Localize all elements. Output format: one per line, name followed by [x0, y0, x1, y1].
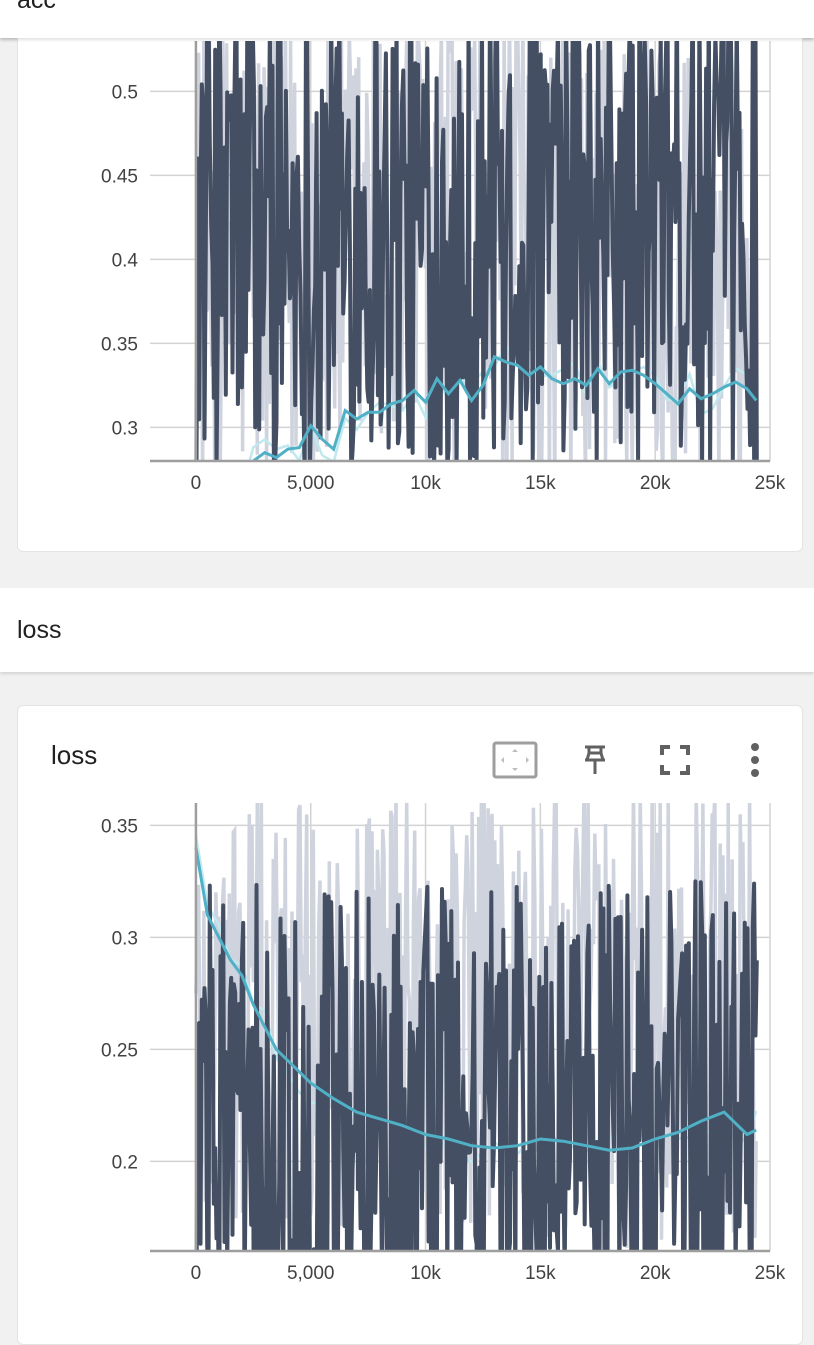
x-tick-label: 25k — [755, 1263, 786, 1284]
x-tick-label: 15k — [525, 1263, 556, 1284]
loss-section-title: loss — [17, 616, 62, 644]
y-tick-label: 0.5 — [112, 82, 138, 103]
x-tick-label: 20k — [640, 473, 671, 494]
x-tick-label: 20k — [640, 1263, 671, 1284]
acc-chart[interactable]: 0.3 0.35 0.4 0.45 0.5 0 5,000 10k 15k 20k 25k — [18, 0, 802, 501]
x-tick-label: 10k — [410, 1263, 441, 1284]
acc-section-header-overlay: acc — [0, 0, 814, 38]
loss-section-header[interactable]: loss — [0, 588, 814, 672]
y-tick-label: 0.4 — [112, 250, 139, 271]
y-tick-label: 0.35 — [101, 816, 138, 837]
x-tick-label: 0 — [191, 473, 202, 494]
y-tick-label: 0.3 — [112, 418, 138, 439]
x-tick-label: 25k — [755, 473, 786, 494]
y-tick-label: 0.3 — [112, 928, 138, 949]
x-tick-label: 5,000 — [287, 1263, 335, 1284]
acc-section-title-overlay: acc — [17, 0, 56, 14]
x-tick-label: 5,000 — [287, 473, 335, 494]
loss-chart[interactable]: 0.2 0.25 0.3 0.35 0 5,000 10k 15k 20k 25k — [18, 706, 802, 1306]
y-tick-label: 0.35 — [101, 334, 138, 355]
y-tick-label: 0.2 — [112, 1152, 138, 1173]
acc-chart-card: 0.3 0.35 0.4 0.45 0.5 0 5,000 10k 15k 20k 25k — [17, 0, 803, 552]
x-tick-label: 10k — [410, 473, 441, 494]
y-tick-label: 0.45 — [101, 166, 138, 187]
x-tick-label: 15k — [525, 473, 556, 494]
y-tick-label: 0.25 — [101, 1040, 138, 1061]
loss-chart-card: loss 0.2 0.25 0.3 0.35 0 5,000 10k 15k 20k 25k — [17, 705, 803, 1345]
x-tick-label: 0 — [191, 1263, 202, 1284]
